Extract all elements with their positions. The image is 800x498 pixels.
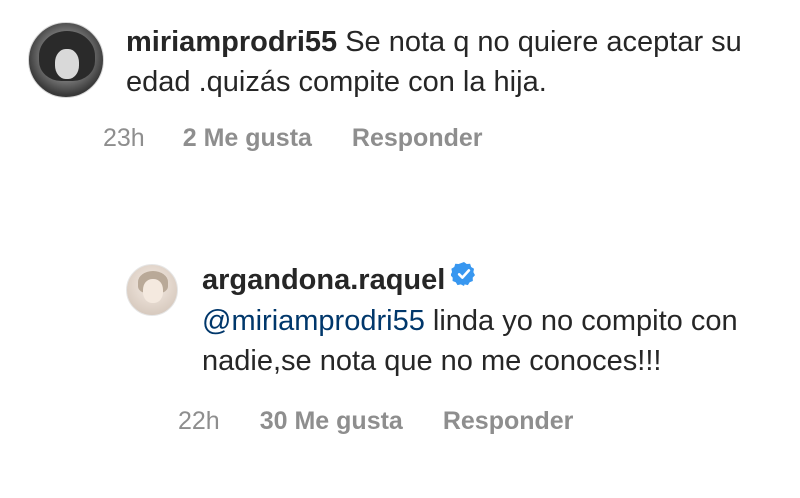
likes-count[interactable]: 2 Me gusta: [183, 124, 312, 153]
verified-badge-icon: [450, 258, 477, 298]
avatar[interactable]: [126, 264, 178, 316]
comment-time[interactable]: 23h: [103, 124, 145, 153]
comment-text-line: miriamprodri55 Se nota q no quiere acept…: [126, 22, 788, 102]
avatar-image-face: [55, 49, 79, 79]
mention-link[interactable]: @miriamprodri55: [202, 305, 425, 337]
comment-time[interactable]: 22h: [178, 407, 220, 436]
comment-text-line: argandona.raquel @miriamprodri55 linda y…: [202, 260, 776, 381]
comment-meta: 22h 30 Me gusta Responder: [178, 407, 776, 436]
avatar[interactable]: [28, 22, 104, 98]
comment-meta: 23h 2 Me gusta Responder: [103, 124, 788, 153]
avatar-image-face: [143, 279, 163, 303]
reply-comment: argandona.raquel @miriamprodri55 linda y…: [126, 260, 776, 436]
comment-body: miriamprodri55 Se nota q no quiere acept…: [103, 22, 788, 153]
comment-username[interactable]: argandona.raquel: [202, 264, 445, 296]
comment-body: argandona.raquel @miriamprodri55 linda y…: [178, 260, 776, 436]
comment: miriamprodri55 Se nota q no quiere acept…: [28, 22, 788, 153]
comment-username[interactable]: miriamprodri55: [126, 26, 337, 58]
reply-button[interactable]: Responder: [352, 124, 483, 153]
reply-button[interactable]: Responder: [443, 407, 574, 436]
likes-count[interactable]: 30 Me gusta: [260, 407, 403, 436]
